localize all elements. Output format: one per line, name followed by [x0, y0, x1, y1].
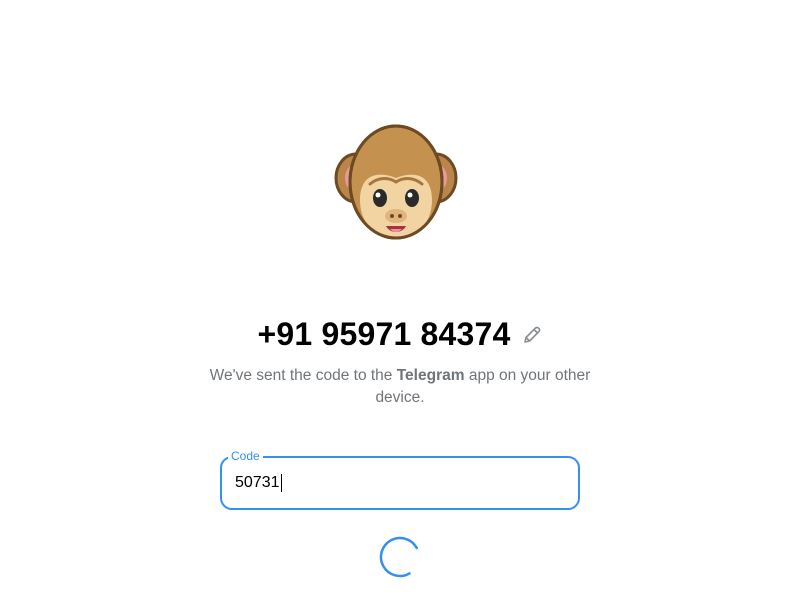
code-input-value: 50731	[235, 474, 280, 491]
monkey-avatar-icon	[330, 120, 462, 250]
subtitle-text-start: We've sent the code to the	[209, 367, 397, 384]
code-sent-description: We've sent the code to the Telegram app …	[200, 365, 600, 409]
pencil-icon	[523, 326, 540, 343]
phone-number-title: +91 95971 84374	[257, 315, 511, 352]
code-field[interactable]: Code 50731	[220, 449, 580, 510]
text-caret	[280, 474, 282, 492]
phone-row: +91 95971 84374	[0, 312, 800, 356]
code-input[interactable]: 50731	[235, 472, 555, 494]
code-field-label: Code	[228, 449, 263, 463]
subtitle-app-name: Telegram	[396, 367, 465, 384]
edit-phone-button[interactable]	[521, 324, 543, 346]
loading-spinner-icon	[377, 534, 423, 580]
auth-code-page: +91 95971 84374 We've sent the code to t…	[0, 0, 800, 600]
